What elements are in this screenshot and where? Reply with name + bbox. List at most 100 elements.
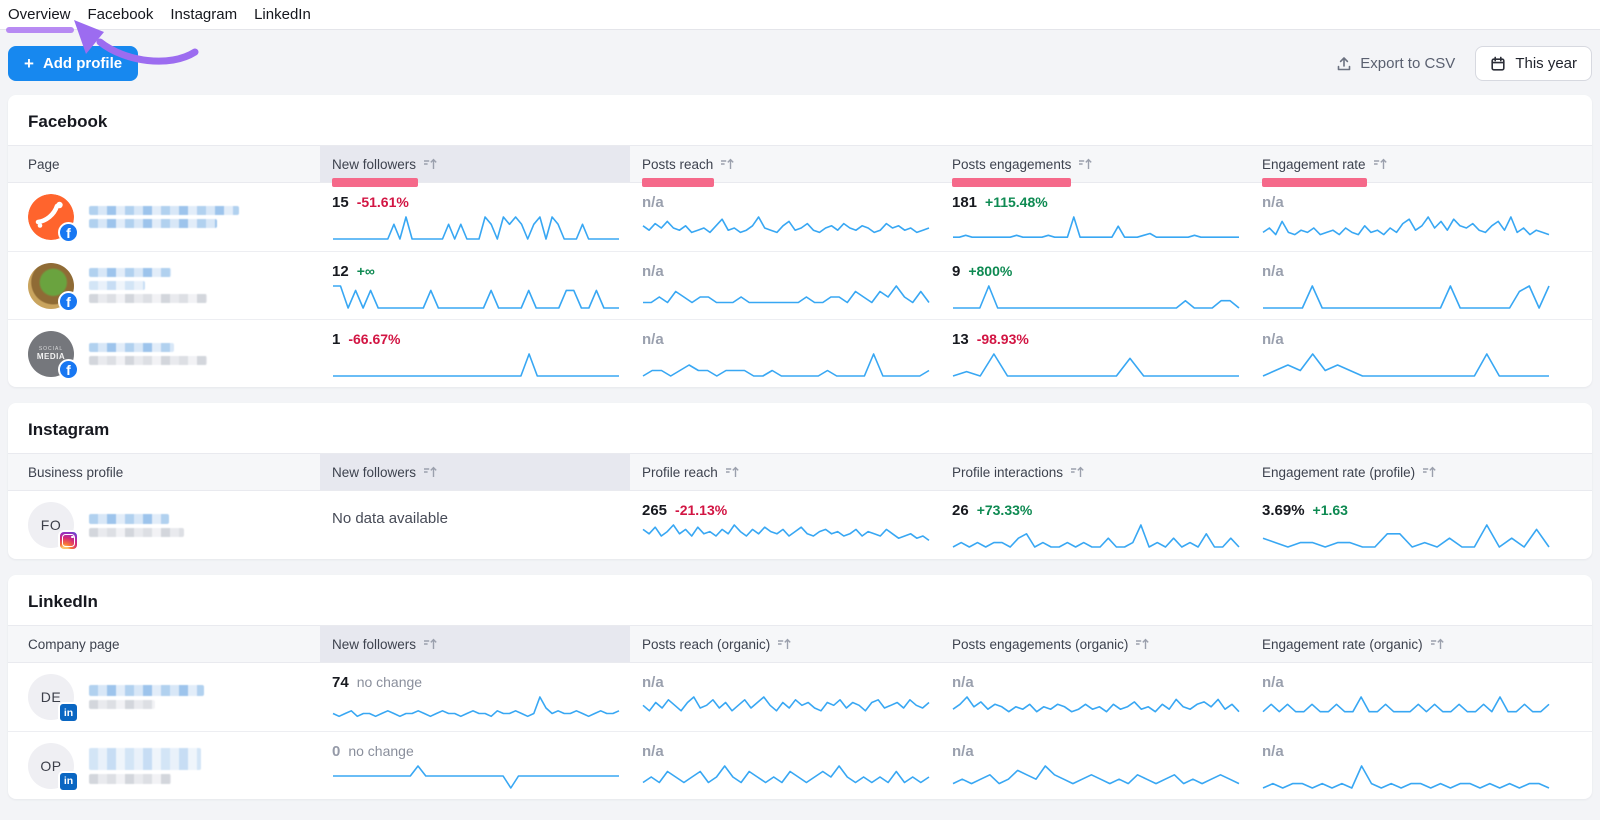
metric-value: n/a: [1262, 194, 1284, 211]
blurred-page-name: [89, 206, 239, 228]
tab-overview[interactable]: Overview: [8, 0, 71, 30]
metric-cell: 265-21.13%: [630, 491, 940, 559]
sparkline: [332, 351, 620, 377]
instagram-section: Instagram Business profile New followers…: [8, 403, 1592, 559]
metric-value: n/a: [1262, 263, 1284, 280]
metric-value: 181: [952, 194, 977, 211]
date-range-button[interactable]: This year: [1475, 46, 1592, 81]
profile-cell[interactable]: [8, 252, 320, 319]
tab-facebook[interactable]: Facebook: [88, 0, 154, 30]
metric-value: No data available: [332, 510, 448, 527]
metric-delta: +73.33%: [977, 502, 1033, 518]
section-title-instagram: Instagram: [8, 403, 1592, 453]
metric-value: 265: [642, 502, 667, 519]
profile-cell[interactable]: [8, 183, 320, 251]
linkedin-badge-icon: [58, 702, 79, 723]
tab-linkedin[interactable]: LinkedIn: [254, 0, 311, 30]
section-title-linkedin: LinkedIn: [8, 575, 1592, 625]
metric-value: n/a: [642, 674, 664, 691]
metric-value: 74: [332, 674, 349, 691]
metric-delta: -66.67%: [348, 331, 400, 347]
metric-value: n/a: [642, 331, 664, 348]
metric-cell: 74 no change: [320, 663, 630, 731]
column-header-posts-engagements-organic[interactable]: Posts engagements (organic): [940, 626, 1250, 662]
column-header-page: Page: [8, 146, 320, 182]
instagram-table-header: Business profile New followers Profile r…: [8, 453, 1592, 491]
metric-value: n/a: [952, 674, 974, 691]
pink-highlight-bar: [952, 178, 1071, 187]
metric-value: n/a: [642, 194, 664, 211]
sort-icon: [725, 465, 740, 479]
column-header-posts-engagements[interactable]: Posts engagements: [940, 146, 1250, 182]
column-header-new-followers[interactable]: New followers: [320, 146, 630, 182]
sparkline: [642, 694, 930, 720]
sparkline: [642, 522, 930, 548]
metric-cell: n/a: [940, 732, 1250, 799]
column-header-engagement-rate-organic[interactable]: Engagement rate (organic): [1250, 626, 1592, 662]
sparkline: [952, 283, 1240, 309]
export-to-csv-button[interactable]: Export to CSV: [1336, 55, 1455, 72]
sparkline: [1262, 283, 1550, 309]
metric-cell: n/a: [630, 183, 940, 251]
sparkline: [952, 522, 1240, 548]
metric-delta: +800%: [968, 263, 1012, 279]
metric-cell: n/a: [630, 252, 940, 319]
sparkline: [1262, 351, 1550, 377]
linkedin-section: LinkedIn Company page New followers Post…: [8, 575, 1592, 799]
column-header-engagement-rate[interactable]: Engagement rate: [1250, 146, 1592, 182]
metric-cell: n/a: [1250, 663, 1592, 731]
sort-icon: [423, 157, 438, 171]
sparkline: [642, 763, 930, 789]
sparkline: [642, 283, 930, 309]
sort-icon: [423, 637, 438, 651]
column-header-business-profile: Business profile: [8, 454, 320, 490]
metric-delta: +1.63: [1313, 502, 1348, 518]
profile-cell[interactable]: OP: [8, 732, 320, 799]
profile-cell[interactable]: DE: [8, 663, 320, 731]
sparkline: [1262, 694, 1550, 720]
sparkline: [1262, 522, 1550, 548]
metric-cell: 0no change: [320, 732, 630, 799]
sparkline: [1262, 214, 1550, 240]
top-navigation: Overview Facebook Instagram LinkedIn: [0, 0, 1600, 30]
column-header-profile-interactions[interactable]: Profile interactions: [940, 454, 1250, 490]
metric-value: n/a: [952, 743, 974, 760]
sort-icon: [1135, 637, 1150, 651]
metric-value: n/a: [642, 743, 664, 760]
export-icon: [1336, 56, 1352, 72]
avatar: DE: [28, 674, 74, 720]
metric-value: n/a: [1262, 331, 1284, 348]
metric-value: n/a: [1262, 674, 1284, 691]
column-header-posts-reach-organic[interactable]: Posts reach (organic): [630, 626, 940, 662]
metric-cell: n/a: [1250, 183, 1592, 251]
linkedin-badge-icon: [58, 771, 79, 792]
sort-icon: [720, 157, 735, 171]
column-header-new-followers[interactable]: New followers: [320, 626, 630, 662]
table-row: OP 0no change n/a n/a n/a: [8, 731, 1592, 799]
profile-cell[interactable]: FO: [8, 491, 320, 559]
add-profile-button[interactable]: + Add profile: [8, 46, 138, 81]
blurred-page-name: [89, 685, 204, 709]
column-header-posts-reach[interactable]: Posts reach: [630, 146, 940, 182]
avatar: [28, 194, 74, 240]
sparkline: [952, 694, 1240, 720]
metric-delta: +∞: [357, 263, 375, 279]
sort-icon: [423, 465, 438, 479]
column-header-profile-reach[interactable]: Profile reach: [630, 454, 940, 490]
tab-bar: Overview Facebook Instagram LinkedIn: [0, 0, 1600, 30]
column-header-new-followers[interactable]: New followers: [320, 454, 630, 490]
metric-delta: no change: [357, 674, 422, 690]
metric-delta: +115.48%: [985, 194, 1048, 210]
sort-icon: [1430, 637, 1445, 651]
tab-instagram[interactable]: Instagram: [170, 0, 237, 30]
metric-cell: 9+800%: [940, 252, 1250, 319]
avatar: [28, 263, 74, 309]
facebook-section: Facebook Page New followers Posts reach …: [8, 95, 1592, 387]
table-row: DE 74 no change n/a n/a n/a: [8, 663, 1592, 731]
column-header-company-page: Company page: [8, 626, 320, 662]
sort-icon: [1422, 465, 1437, 479]
profile-cell[interactable]: SOCIAL MEDIA: [8, 320, 320, 387]
sort-icon: [1373, 157, 1388, 171]
metric-value: n/a: [642, 263, 664, 280]
column-header-engagement-rate-profile[interactable]: Engagement rate (profile): [1250, 454, 1592, 490]
